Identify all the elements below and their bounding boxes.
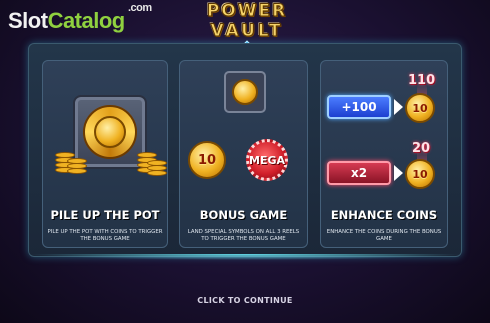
watermark-catalog-text: Catalog [47, 8, 126, 33]
coin-10-symbol: 10 [405, 93, 435, 123]
vault-icon [224, 71, 266, 113]
panel-description: LAND SPECIAL SYMBOLS ON ALL 3 REELS TO T… [187, 229, 300, 242]
arrow-right-icon [394, 99, 403, 115]
logo-line-power: POWER [206, 1, 288, 21]
watermark-slot-text: Slot [8, 8, 48, 33]
vault-gold-coin-icon [94, 116, 126, 148]
slotcatalog-watermark: SlotCatalog .com [8, 2, 152, 34]
panel-description: PILE UP THE POT WITH COINS TO TRIGGER TH… [47, 229, 163, 242]
enhanced-value: 20 [412, 141, 431, 156]
coin-10-symbol: 10 [188, 141, 226, 179]
panel-title: PILE UP THE POT [50, 208, 160, 222]
panel-title: ENHANCE COINS [330, 208, 438, 222]
plus-100-modifier: +100 [327, 95, 391, 119]
enhanced-value: 110 [408, 73, 436, 88]
panel-pile-up-the-pot: PILE UP THE POT PILE UP THE POT WITH COI… [42, 60, 168, 248]
vault-gold-coin-icon [232, 79, 258, 105]
click-to-continue-button[interactable]: CLICK TO CONTINUE [0, 296, 490, 305]
coin-10-symbol: 10 [405, 159, 435, 189]
x2-modifier: x2 [327, 161, 391, 185]
panel-enhance-coins: +100 110 10 x2 20 10 ENHANCE COINS ENHAN… [320, 60, 448, 248]
panel-description: ENHANCE THE COINS DURING THE BONUS GAME [326, 229, 442, 242]
coin-stack-icon [67, 158, 87, 189]
panel-bonus-game: 10 MEGA BONUS GAME LAND SPECIAL SYMBOLS … [179, 60, 308, 248]
panel-title: BONUS GAME [199, 208, 288, 222]
watermark-com-text: .com [128, 2, 152, 14]
logo-line-vault: VAULT [210, 21, 284, 42]
coin-stack-icon [147, 160, 167, 191]
frame-glow [28, 254, 462, 260]
arrow-right-icon [394, 165, 403, 181]
mega-symbol: MEGA [246, 139, 288, 181]
